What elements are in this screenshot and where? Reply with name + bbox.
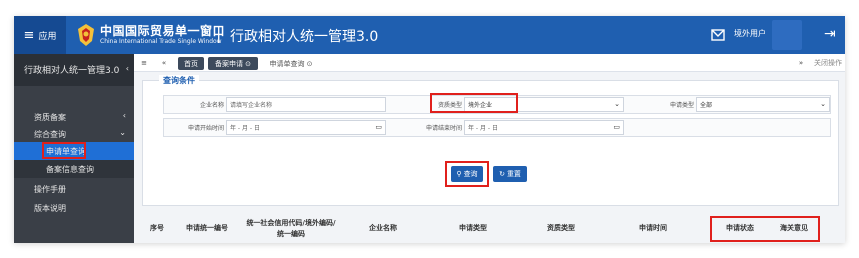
collapse-chevron-icon[interactable]: ‹ bbox=[126, 64, 129, 73]
end-date-label: 申请结束时间 bbox=[425, 125, 462, 132]
reset-button[interactable]: ↻ 重置 bbox=[493, 166, 527, 182]
sidebar-header-label: 行政相对人统一管理3.0 bbox=[24, 66, 120, 76]
query-row-2: 申请开始时间 年 - 月 - 日 ▭ 申请结束时间 年 - 月 - 日 ▭ bbox=[163, 118, 831, 137]
tab-forward-icon[interactable]: » bbox=[794, 54, 808, 72]
apps-label: 应用 bbox=[38, 31, 57, 42]
column-header: 申请时间 bbox=[639, 224, 667, 233]
tab-filing-application[interactable]: 备案申请 ⊙ bbox=[208, 57, 258, 70]
system-title: 行政相对人统一管理3.0 bbox=[230, 29, 379, 45]
enterprise-name-input[interactable]: 请填写企业名称 bbox=[226, 97, 386, 112]
avatar[interactable] bbox=[772, 20, 802, 50]
query-panel: 查询条件 企业名称 请填写企业名称 资质类型 境外企业 ⌄ 申请类型 全部 ⌄ … bbox=[142, 75, 839, 206]
user-name[interactable]: 境外用户 bbox=[734, 28, 766, 39]
start-date-input[interactable]: 年 - 月 - 日 ▭ bbox=[226, 120, 386, 135]
tab-bar: ≡ « 首页 备案申请 ⊙ 申请单查询 ⊙ » 关闭操作 bbox=[134, 54, 845, 72]
tab-menu-icon[interactable]: ≡ bbox=[136, 54, 152, 72]
title-divider: | bbox=[216, 24, 222, 43]
sidebar-item-qualification-filing[interactable]: 资质备案 ‹ bbox=[14, 108, 134, 126]
enterprise-name-label: 企业名称 bbox=[199, 102, 224, 109]
apply-type-select[interactable]: 全部 ⌄ bbox=[696, 97, 830, 112]
sidebar: 行政相对人统一管理3.0 ‹ 资质备案 ‹ 综合查询 ⌄ 申请单查询 备案信息查… bbox=[14, 54, 134, 243]
top-bar: ≡ 应用 中国国际贸易单一窗口 China International Trad… bbox=[14, 16, 845, 54]
column-header: 统一社会信用代码/境外编码/统一编码 bbox=[246, 219, 336, 238]
tab-application-query[interactable]: 申请单查询 ⊙ bbox=[262, 57, 320, 70]
refresh-icon: ↻ bbox=[499, 170, 505, 178]
sidebar-item-label: 操作手册 bbox=[34, 185, 66, 194]
brand-name-english: China International Trade Single Window bbox=[100, 38, 222, 45]
close-tabs-button[interactable]: 关闭操作 bbox=[808, 54, 845, 72]
chevron-down-icon: ⌄ bbox=[119, 128, 126, 137]
sidebar-item-label: 备案信息查询 bbox=[46, 165, 94, 174]
tab-back-icon[interactable]: « bbox=[156, 54, 172, 72]
menu-icon: ≡ bbox=[23, 27, 35, 43]
reset-button-label: 重置 bbox=[506, 170, 521, 178]
calendar-icon[interactable]: ▭ bbox=[613, 123, 620, 131]
apply-type-label: 申请类型 bbox=[669, 102, 694, 109]
query-panel-title: 查询条件 bbox=[159, 75, 199, 86]
main-content: ≡ « 首页 备案申请 ⊙ 申请单查询 ⊙ » 关闭操作 查询条件 企业名称 请… bbox=[134, 54, 845, 243]
query-row-1: 企业名称 请填写企业名称 资质类型 境外企业 ⌄ 申请类型 全部 ⌄ bbox=[163, 93, 831, 114]
results-table-header: 序号 申请统一编号 统一社会信用代码/境外编码/统一编码 企业名称 申请类型 资… bbox=[142, 214, 839, 243]
emblem-logo bbox=[78, 24, 94, 46]
sidebar-item-version[interactable]: 版本说明 bbox=[14, 199, 134, 217]
mail-icon[interactable] bbox=[711, 29, 725, 41]
column-header: 企业名称 bbox=[369, 224, 397, 233]
chevron-left-icon: ‹ bbox=[122, 111, 126, 120]
highlight-box bbox=[445, 161, 489, 187]
sidebar-header[interactable]: 行政相对人统一管理3.0 ‹ bbox=[14, 54, 134, 86]
column-header: 资质类型 bbox=[547, 224, 575, 233]
chevron-down-icon: ⌄ bbox=[820, 100, 826, 108]
apply-type-value: 全部 bbox=[700, 102, 713, 109]
end-date-input[interactable]: 年 - 月 - 日 ▭ bbox=[464, 120, 624, 135]
highlight-box bbox=[42, 142, 86, 159]
column-header: 申请类型 bbox=[459, 224, 487, 233]
logout-icon[interactable]: ⇥ bbox=[824, 26, 836, 42]
highlight-box bbox=[710, 216, 820, 242]
start-date-placeholder: 年 - 月 - 日 bbox=[230, 125, 260, 132]
sidebar-item-manual[interactable]: 操作手册 bbox=[14, 180, 134, 198]
end-date-placeholder: 年 - 月 - 日 bbox=[468, 125, 498, 132]
column-header: 申请统一编号 bbox=[186, 224, 228, 233]
tab-home[interactable]: 首页 bbox=[178, 57, 204, 70]
chevron-down-icon: ⌄ bbox=[614, 100, 620, 108]
apps-button[interactable]: ≡ 应用 bbox=[14, 16, 66, 54]
sidebar-item-filing-info-query[interactable]: 备案信息查询 bbox=[14, 160, 134, 178]
app-window: ≡ 应用 中国国际贸易单一窗口 China International Trad… bbox=[14, 16, 845, 243]
column-header: 序号 bbox=[150, 224, 164, 233]
sidebar-item-label: 资质备案 bbox=[34, 113, 66, 122]
brand-name: 中国国际贸易单一窗口 bbox=[100, 24, 226, 38]
highlight-box bbox=[430, 93, 518, 113]
start-date-label: 申请开始时间 bbox=[187, 125, 224, 132]
sidebar-item-label: 版本说明 bbox=[34, 204, 66, 213]
sidebar-item-label: 综合查询 bbox=[34, 130, 66, 139]
calendar-icon[interactable]: ▭ bbox=[375, 123, 382, 131]
sidebar-item-comprehensive-query[interactable]: 综合查询 ⌄ bbox=[14, 125, 134, 143]
